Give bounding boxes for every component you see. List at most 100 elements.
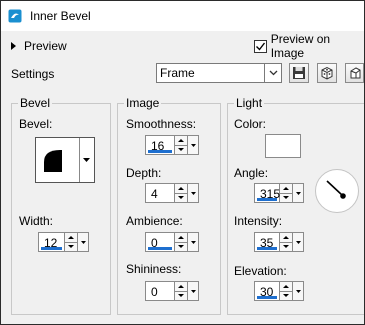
width-spinbox[interactable]: 12: [38, 232, 89, 252]
caret-down-icon: [190, 191, 196, 195]
caret-down-icon: [83, 158, 90, 162]
bevel-shape-picker[interactable]: [35, 137, 95, 183]
step-down-icon[interactable]: [280, 290, 292, 301]
intensity-label: Intensity:: [234, 214, 283, 228]
preview-label: Preview: [24, 39, 67, 53]
smoothness-label: Smoothness:: [126, 117, 197, 131]
step-down-icon[interactable]: [65, 241, 77, 252]
value-underline: [257, 198, 277, 201]
checkmark-icon: [256, 42, 266, 51]
shininess-spinbox[interactable]: 0: [145, 281, 199, 301]
smoothness-input[interactable]: 16: [145, 135, 175, 155]
caret-down-icon: [190, 143, 196, 147]
intensity-stepper[interactable]: [280, 232, 293, 252]
step-up-icon[interactable]: [175, 136, 187, 145]
shininess-value: 0: [151, 285, 158, 299]
settings-label: Settings: [11, 67, 55, 81]
dialog-window: Inner Bevel Preview Preview on Image Set…: [0, 0, 365, 325]
bevel-group: Bevel: [11, 96, 111, 315]
depth-stepper[interactable]: [175, 183, 188, 203]
ambience-dropdown[interactable]: [188, 232, 199, 252]
preview-expander[interactable]: Preview: [11, 38, 67, 54]
caret-down-icon: [190, 289, 196, 293]
caret-down-icon: [80, 240, 86, 244]
width-dropdown[interactable]: [78, 232, 89, 252]
step-down-icon[interactable]: [175, 144, 187, 155]
ambience-input[interactable]: 0: [145, 232, 175, 252]
app-icon: [8, 9, 22, 23]
save-preset-button[interactable]: [289, 63, 309, 83]
elevation-label: Elevation:: [234, 264, 287, 278]
bevel-label: Bevel:: [19, 117, 53, 131]
title-bar: Inner Bevel: [1, 1, 364, 31]
step-down-icon[interactable]: [175, 241, 187, 252]
elevation-input[interactable]: 30: [254, 281, 280, 301]
angle-dropdown[interactable]: [293, 183, 304, 203]
caret-down-icon: [295, 289, 301, 293]
shininess-label: Shininess:: [126, 262, 182, 276]
step-down-icon[interactable]: [280, 241, 292, 252]
smoothness-dropdown[interactable]: [188, 135, 199, 155]
width-stepper[interactable]: [65, 232, 78, 252]
random-button[interactable]: [317, 63, 337, 83]
angle-stepper[interactable]: [280, 183, 293, 203]
step-up-icon[interactable]: [175, 282, 187, 291]
elevation-spinbox[interactable]: 30: [254, 281, 304, 301]
bevel-shape-preview: [36, 138, 80, 182]
smoothness-spinbox[interactable]: 16: [145, 135, 199, 155]
width-input[interactable]: 12: [38, 232, 65, 252]
random-dice-icon: [321, 66, 333, 80]
depth-label: Depth:: [126, 166, 162, 180]
value-underline: [148, 150, 172, 153]
light-group-title: Light: [234, 96, 265, 110]
smoothness-stepper[interactable]: [175, 135, 188, 155]
step-down-icon[interactable]: [175, 192, 187, 203]
bevel-shape-icon: [44, 150, 62, 172]
shininess-dropdown[interactable]: [188, 281, 199, 301]
step-up-icon[interactable]: [280, 233, 292, 242]
step-up-icon[interactable]: [280, 184, 292, 193]
step-up-icon[interactable]: [65, 233, 77, 242]
angle-input[interactable]: 315: [254, 183, 280, 203]
value-underline: [257, 296, 277, 299]
chevron-down-icon[interactable]: [264, 64, 281, 82]
caret-down-icon: [295, 191, 301, 195]
ambience-spinbox[interactable]: 0: [145, 232, 199, 252]
elevation-stepper[interactable]: [280, 281, 293, 301]
preview-on-image-checkbox[interactable]: Preview on Image: [254, 32, 364, 60]
image-group-title: Image: [124, 96, 162, 110]
bevel-group-title: Bevel: [18, 96, 53, 110]
caret-down-icon: [295, 240, 301, 244]
angle-dial[interactable]: [314, 168, 360, 214]
value-underline: [41, 247, 62, 250]
angle-spinbox[interactable]: 315: [254, 183, 304, 203]
light-color-swatch[interactable]: [265, 134, 301, 158]
intensity-spinbox[interactable]: 35: [254, 232, 304, 252]
depth-spinbox[interactable]: 4: [145, 183, 199, 203]
step-up-icon[interactable]: [175, 233, 187, 242]
save-preset-icon: [293, 67, 305, 79]
step-down-icon[interactable]: [175, 290, 187, 301]
reset-button[interactable]: [345, 63, 364, 83]
shininess-input[interactable]: 0: [145, 281, 175, 301]
width-label: Width:: [19, 214, 54, 228]
caret-down-icon: [190, 240, 196, 244]
depth-value: 4: [151, 187, 158, 201]
angle-label: Angle:: [234, 166, 269, 180]
checkbox-box[interactable]: [254, 39, 267, 53]
step-down-icon[interactable]: [280, 192, 292, 203]
depth-input[interactable]: 4: [145, 183, 175, 203]
ambience-stepper[interactable]: [175, 232, 188, 252]
depth-dropdown[interactable]: [188, 183, 199, 203]
color-label: Color:: [234, 117, 267, 131]
step-up-icon[interactable]: [280, 282, 292, 291]
value-underline: [148, 247, 172, 250]
elevation-dropdown[interactable]: [293, 281, 304, 301]
bevel-dropdown-arrow[interactable]: [79, 138, 94, 182]
intensity-dropdown[interactable]: [293, 232, 304, 252]
preview-on-image-label: Preview on Image: [270, 32, 331, 60]
preset-dropdown[interactable]: Frame: [156, 63, 282, 83]
shininess-stepper[interactable]: [175, 281, 188, 301]
step-up-icon[interactable]: [175, 184, 187, 193]
intensity-input[interactable]: 35: [254, 232, 280, 252]
